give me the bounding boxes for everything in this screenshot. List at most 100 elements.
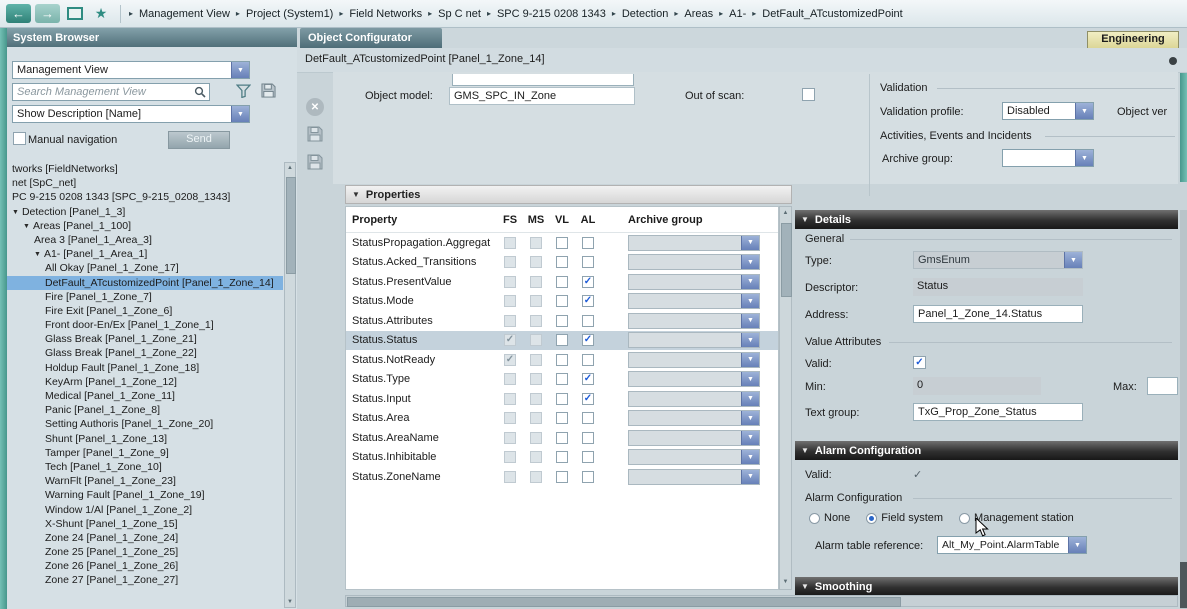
fs-checkbox[interactable] [504,373,516,385]
expand-arrow-icon[interactable] [34,246,41,262]
fs-checkbox[interactable] [504,412,516,424]
tree-item[interactable]: Fire Exit [Panel_1_Zone_6] [7,304,283,318]
chevron-down-icon[interactable] [1075,103,1093,119]
details-section-header[interactable]: Details [795,210,1178,229]
col-fs[interactable]: FS [497,214,523,226]
manual-navigation-checkbox[interactable] [13,132,26,145]
clipped-field[interactable] [452,74,634,86]
tree-item[interactable]: Area 3 [Panel_1_Area_3] [7,233,283,247]
expand-arrow-icon[interactable] [12,204,19,220]
archive-group-dropdown[interactable] [628,235,760,251]
chevron-down-icon[interactable] [741,392,759,406]
tree-item[interactable]: Zone 26 [Panel_1_Zone_26] [7,559,283,573]
chevron-down-icon[interactable] [741,294,759,308]
scroll-up-icon[interactable]: ▲ [780,208,791,219]
chevron-down-icon[interactable] [741,255,759,269]
tree-item[interactable]: tworks [FieldNetworks] [7,162,283,176]
vl-checkbox[interactable] [556,354,568,366]
breadcrumb-item[interactable]: A1- [729,8,746,20]
col-al[interactable]: AL [575,214,601,226]
back-button[interactable]: ← [6,4,31,23]
fs-checkbox[interactable] [504,393,516,405]
breadcrumb-item[interactable]: Management View [139,8,230,20]
out-of-scan-checkbox[interactable] [802,88,815,101]
chevron-down-icon[interactable] [1068,537,1086,553]
al-checkbox[interactable] [582,412,594,424]
ms-checkbox[interactable] [530,412,542,424]
vl-checkbox[interactable] [556,393,568,405]
alarm-table-reference-dropdown[interactable]: Alt_My_Point.AlarmTable [937,536,1087,554]
chevron-down-icon[interactable] [741,314,759,328]
vl-checkbox[interactable] [556,334,568,346]
al-checkbox[interactable] [582,295,594,307]
tree-item[interactable]: Glass Break [Panel_1_Zone_21] [7,332,283,346]
address-field[interactable]: Panel_1_Zone_14.Status [913,305,1083,323]
ms-checkbox[interactable] [530,432,542,444]
tree-item[interactable]: KeyArm [Panel_1_Zone_12] [7,375,283,389]
tree-item[interactable]: Tech [Panel_1_Zone_10] [7,460,283,474]
al-checkbox[interactable] [582,256,594,268]
tree-item[interactable]: Holdup Fault [Panel_1_Zone_18] [7,361,283,375]
col-property[interactable]: Property [346,214,497,226]
archive-group-dropdown[interactable] [1002,149,1094,167]
fs-checkbox[interactable] [504,354,516,366]
chevron-down-icon[interactable] [741,353,759,367]
chevron-down-icon[interactable] [741,450,759,464]
recent-views-button[interactable] [64,4,86,23]
tree-item[interactable]: Zone 24 [Panel_1_Zone_24] [7,531,283,545]
search-icon[interactable] [191,86,209,98]
smoothing-section-header[interactable]: Smoothing [795,577,1178,596]
tree-item[interactable]: Zone 25 [Panel_1_Zone_25] [7,545,283,559]
send-button[interactable]: Send [168,131,230,149]
tree-item[interactable]: Warning Fault [Panel_1_Zone_19] [7,488,283,502]
tree-item[interactable]: Glass Break [Panel_1_Zone_22] [7,346,283,360]
breadcrumb-item[interactable]: SPC 9-215 0208 1343 [497,8,606,20]
properties-scrollbar-thumb[interactable] [781,223,792,297]
vl-checkbox[interactable] [556,295,568,307]
tab-object-configurator[interactable]: Object Configurator [300,28,442,48]
fs-checkbox[interactable] [504,295,516,307]
max-field[interactable] [1147,377,1178,395]
al-checkbox[interactable] [582,315,594,327]
tree-item[interactable]: Shunt [Panel_1_Zone_13] [7,432,283,446]
ms-checkbox[interactable] [530,451,542,463]
property-row[interactable]: Status.ZoneName [346,467,778,487]
properties-section-header[interactable]: Properties [345,185,792,204]
archive-group-dropdown[interactable] [628,449,760,465]
vl-checkbox[interactable] [556,276,568,288]
archive-group-dropdown[interactable] [628,274,760,290]
radio-icon[interactable] [809,513,820,524]
al-checkbox[interactable] [582,451,594,463]
ms-checkbox[interactable] [530,373,542,385]
tree-item[interactable]: A1- [Panel_1_Area_1] [7,247,283,261]
fs-checkbox[interactable] [504,256,516,268]
save-search-icon[interactable] [261,83,276,98]
fs-checkbox[interactable] [504,451,516,463]
vl-checkbox[interactable] [556,237,568,249]
fs-checkbox[interactable] [504,432,516,444]
tree-item[interactable]: X-Shunt [Panel_1_Zone_15] [7,517,283,531]
vl-checkbox[interactable] [556,471,568,483]
tree-item[interactable]: PC 9-215 0208 1343 [SPC_9-215_0208_1343] [7,190,283,204]
radio-icon[interactable] [866,513,877,524]
tree-scrollbar-thumb[interactable] [286,177,296,274]
breadcrumb-item[interactable]: Areas [684,8,713,20]
archive-group-dropdown[interactable] [628,371,760,387]
vertical-scrollbar-thumb[interactable] [1180,562,1187,608]
archive-group-dropdown[interactable] [628,254,760,270]
archive-group-dropdown[interactable] [628,410,760,426]
ms-checkbox[interactable] [530,256,542,268]
chevron-down-icon[interactable] [741,333,759,347]
type-dropdown[interactable]: GmsEnum [913,251,1083,269]
al-checkbox[interactable] [582,334,594,346]
tree-item[interactable]: Panic [Panel_1_Zone_8] [7,403,283,417]
property-row[interactable]: StatusPropagation.Aggregat [346,233,778,253]
vl-checkbox[interactable] [556,315,568,327]
property-row[interactable]: Status.Input [346,389,778,409]
save-as-button[interactable] [307,154,323,173]
chevron-down-icon[interactable] [1064,252,1082,268]
archive-group-dropdown[interactable] [628,313,760,329]
fs-checkbox[interactable] [504,237,516,249]
archive-group-dropdown[interactable] [628,430,760,446]
al-checkbox[interactable] [582,237,594,249]
